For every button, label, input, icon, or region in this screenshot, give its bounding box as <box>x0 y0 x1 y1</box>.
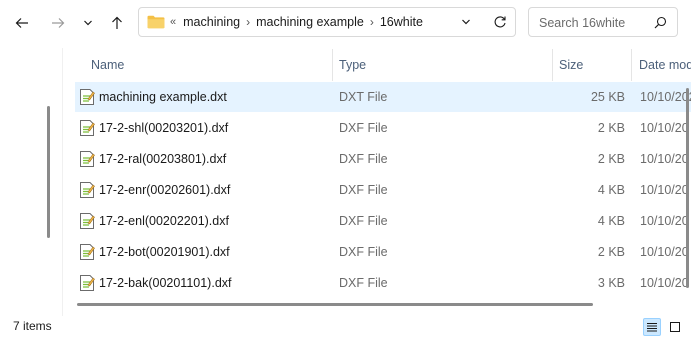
file-row[interactable]: 17-2-enl(00202201).dxf DXF File 4 KB 10/… <box>75 206 691 236</box>
file-date: 10/10/20 <box>640 183 689 197</box>
address-bar[interactable]: « machining › machining example › 16whit… <box>138 7 516 37</box>
status-bar: 7 items <box>0 316 691 337</box>
folder-icon <box>147 15 165 29</box>
file-row[interactable]: machining example.dxt DXT File 25 KB 10/… <box>75 82 691 112</box>
file-name: 17-2-shl(00203201).dxf <box>99 121 229 135</box>
large-icons-view-button[interactable] <box>666 318 684 336</box>
document-icon <box>80 151 95 167</box>
column-header: Name Type Size Date mod <box>75 49 691 81</box>
file-size: 2 KB <box>597 121 625 135</box>
address-segment-machining-example[interactable]: machining example <box>256 15 364 29</box>
column-divider[interactable] <box>552 49 553 81</box>
file-date: 10/10/20 <box>640 245 689 259</box>
file-type: DXF File <box>339 276 388 290</box>
chevron-down-icon <box>84 20 92 26</box>
navigation-pane <box>0 48 62 316</box>
document-icon <box>80 244 95 260</box>
file-name: 17-2-bak(00201101).dxf <box>99 276 232 290</box>
up-button[interactable] <box>108 10 126 36</box>
refresh-icon <box>494 16 506 28</box>
file-type: DXF File <box>339 121 388 135</box>
address-overflow[interactable]: « <box>170 16 176 28</box>
column-header-date[interactable]: Date mod <box>639 58 691 72</box>
file-row[interactable]: 17-2-bak(00201101).dxf DXF File 3 KB 10/… <box>75 268 691 298</box>
file-size: 4 KB <box>597 214 625 228</box>
file-type: DXF File <box>339 245 388 259</box>
file-size: 25 KB <box>590 90 625 104</box>
pane-divider[interactable] <box>62 48 63 316</box>
file-name: 17-2-enr(00202601).dxf <box>99 183 231 197</box>
address-separator[interactable]: › <box>246 15 250 29</box>
arrow-up-icon <box>112 16 122 29</box>
arrow-left-icon <box>15 18 28 28</box>
file-name: 17-2-bot(00201901).dxf <box>99 245 230 259</box>
file-date: 10/10/202 <box>640 90 691 104</box>
column-divider[interactable] <box>631 49 632 81</box>
details-view-button[interactable] <box>643 318 661 336</box>
recent-locations-button[interactable] <box>80 10 96 36</box>
file-type: DXF File <box>339 152 388 166</box>
file-type: DXT File <box>339 90 388 104</box>
file-date: 10/10/20 <box>640 276 689 290</box>
file-size: 2 KB <box>597 245 625 259</box>
arrow-right-icon <box>52 18 65 28</box>
file-name: 17-2-ral(00203801).dxf <box>99 152 227 166</box>
file-row[interactable]: 17-2-shl(00203201).dxf DXF File 2 KB 10/… <box>75 113 691 143</box>
file-name: 17-2-enl(00202201).dxf <box>99 214 229 228</box>
document-icon <box>80 182 95 198</box>
chevron-down-icon <box>462 19 470 25</box>
file-date: 10/10/20 <box>640 121 689 135</box>
file-row[interactable]: 17-2-bot(00201901).dxf DXF File 2 KB 10/… <box>75 237 691 267</box>
search-box[interactable]: Search 16white <box>528 7 678 37</box>
document-icon <box>80 120 95 136</box>
forward-button[interactable] <box>48 10 68 36</box>
document-icon <box>80 275 95 291</box>
file-date: 10/10/20 <box>640 214 689 228</box>
search-input[interactable]: Search 16white <box>539 16 625 30</box>
item-count: 7 items <box>13 319 52 333</box>
file-size: 4 KB <box>597 183 625 197</box>
file-row[interactable]: 17-2-ral(00203801).dxf DXF File 2 KB 10/… <box>75 144 691 174</box>
file-name: machining example.dxt <box>99 90 227 104</box>
file-size: 2 KB <box>597 152 625 166</box>
details-view-icon <box>647 323 657 332</box>
large-icons-view-icon <box>670 322 680 332</box>
file-row[interactable]: 17-2-enr(00202601).dxf DXF File 4 KB 10/… <box>75 175 691 205</box>
file-date: 10/10/20 <box>640 152 689 166</box>
vertical-scrollbar[interactable] <box>686 88 689 288</box>
document-icon <box>80 213 95 229</box>
document-icon <box>80 89 95 105</box>
search-icon[interactable] <box>654 16 667 32</box>
address-separator[interactable]: › <box>370 15 374 29</box>
file-type: DXF File <box>339 183 388 197</box>
column-header-size[interactable]: Size <box>559 58 583 72</box>
back-button[interactable] <box>12 10 32 36</box>
refresh-button[interactable] <box>493 15 507 32</box>
column-header-type[interactable]: Type <box>339 58 366 72</box>
horizontal-scrollbar[interactable] <box>77 303 593 306</box>
toolbar: « machining › machining example › 16whit… <box>0 0 691 48</box>
navigation-pane-scrollbar[interactable] <box>47 106 50 238</box>
address-dropdown-button[interactable] <box>461 16 471 30</box>
address-segment-16white[interactable]: 16white <box>380 15 423 29</box>
file-size: 3 KB <box>597 276 625 290</box>
column-divider[interactable] <box>332 49 333 81</box>
file-type: DXF File <box>339 214 388 228</box>
column-header-name[interactable]: Name <box>91 58 124 72</box>
address-segment-machining[interactable]: machining <box>183 15 240 29</box>
